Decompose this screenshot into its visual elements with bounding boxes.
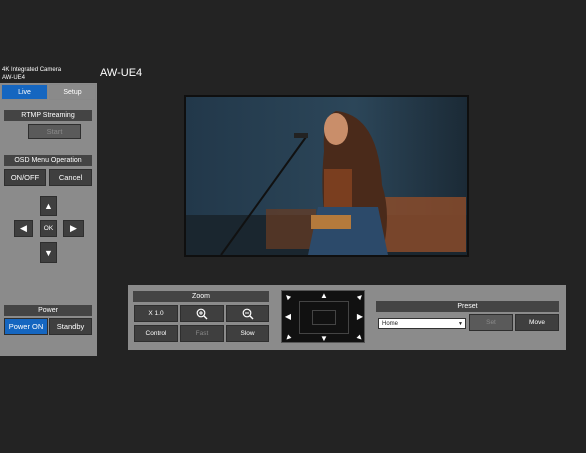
zoom-control-button[interactable]: Control: [134, 325, 178, 342]
video-frame-image: [186, 97, 467, 255]
pan-up-left-icon[interactable]: ▲: [282, 291, 294, 303]
zoom-fast-button[interactable]: Fast: [180, 325, 224, 342]
arrow-up-icon: ▲: [44, 201, 53, 211]
pan-right-icon[interactable]: ▶: [356, 313, 364, 321]
pan-down-left-icon[interactable]: ▼: [282, 332, 294, 344]
product-line-label: 4K Integrated Camera: [2, 67, 62, 73]
zoom-in-button[interactable]: [180, 305, 224, 322]
chevron-down-icon: ▼: [458, 320, 463, 327]
preset-selected-value: Home: [382, 320, 399, 327]
osd-cancel-button[interactable]: Cancel: [49, 169, 92, 186]
pan-down-right-icon[interactable]: ▼: [354, 332, 366, 344]
page-title: AW-UE4: [100, 67, 143, 79]
osd-header: OSD Menu Operation: [4, 155, 92, 166]
arrow-down-icon: ▼: [44, 247, 53, 258]
tilt-up-icon[interactable]: ▲: [320, 292, 328, 300]
camera-video-feed: [184, 95, 469, 257]
power-header: Power: [4, 305, 92, 316]
osd-right-button[interactable]: ▶: [63, 220, 84, 237]
zoom-slow-button[interactable]: Slow: [226, 325, 269, 342]
power-on-button[interactable]: Power ON: [4, 318, 48, 335]
preset-move-button[interactable]: Move: [515, 314, 559, 331]
model-small-label: AW-UE4: [2, 75, 26, 81]
rtmp-header: RTMP Streaming: [4, 110, 92, 121]
osd-up-button[interactable]: ▲: [40, 196, 57, 216]
pan-up-right-icon[interactable]: ▲: [354, 291, 366, 303]
preset-set-button[interactable]: Set: [469, 314, 513, 331]
osd-onoff-button[interactable]: ON/OFF: [4, 169, 46, 186]
zoom-out-icon: [242, 308, 253, 319]
zoom-in-icon: [196, 308, 208, 319]
zoom-out-button[interactable]: [226, 305, 269, 322]
osd-down-button[interactable]: ▼: [40, 242, 57, 263]
pan-tilt-center-frame: [312, 310, 336, 325]
standby-button[interactable]: Standby: [49, 318, 92, 335]
osd-left-button[interactable]: ◀: [14, 220, 33, 237]
preset-select[interactable]: Home ▼: [378, 318, 466, 329]
tab-setup[interactable]: Setup: [49, 84, 96, 100]
zoom-level-display: X 1.0: [134, 305, 178, 322]
osd-ok-button[interactable]: OK: [40, 220, 57, 237]
arrow-right-icon: ▶: [70, 223, 77, 233]
rtmp-start-button[interactable]: Start: [28, 124, 81, 139]
tilt-down-icon[interactable]: ▼: [320, 335, 328, 343]
tab-live[interactable]: Live: [1, 84, 48, 100]
pan-left-icon[interactable]: ◀: [284, 313, 292, 321]
preset-header: Preset: [376, 301, 559, 312]
arrow-left-icon: ◀: [20, 223, 27, 233]
zoom-header: Zoom: [133, 291, 269, 302]
pan-tilt-pad[interactable]: ▲ ▼ ◀ ▶ ▲ ▲ ▼ ▼: [281, 290, 366, 344]
